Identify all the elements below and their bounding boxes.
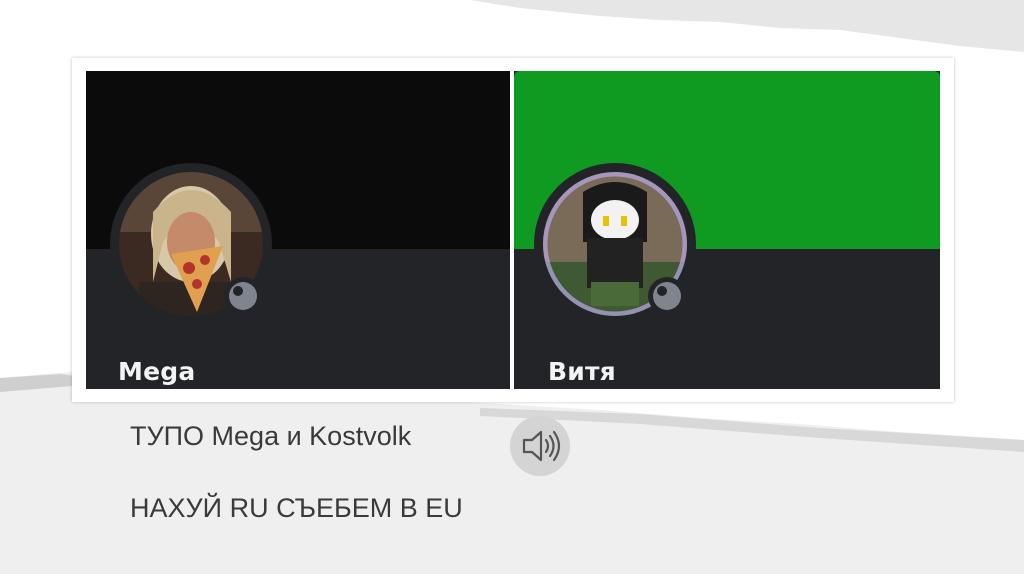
- audio-play-button[interactable]: [510, 416, 570, 476]
- username: Витя: [548, 357, 616, 386]
- avatar-ring: [110, 163, 272, 325]
- screenshot-frame: Mega Витя: [72, 58, 954, 402]
- caption-line-1: ТУПО Mega и Kostvolk: [130, 421, 412, 451]
- status-offline-icon: [224, 277, 262, 315]
- profile-card-vitya[interactable]: Витя: [514, 71, 940, 389]
- speaker-icon: [522, 430, 561, 462]
- avatar-ring: [534, 163, 696, 325]
- caption-line-2: НАХУЙ RU СЪЕБЕМ В EU: [130, 493, 463, 523]
- username: Mega: [118, 357, 196, 386]
- status-offline-icon: [648, 277, 686, 315]
- profile-card-mega[interactable]: Mega: [86, 71, 510, 389]
